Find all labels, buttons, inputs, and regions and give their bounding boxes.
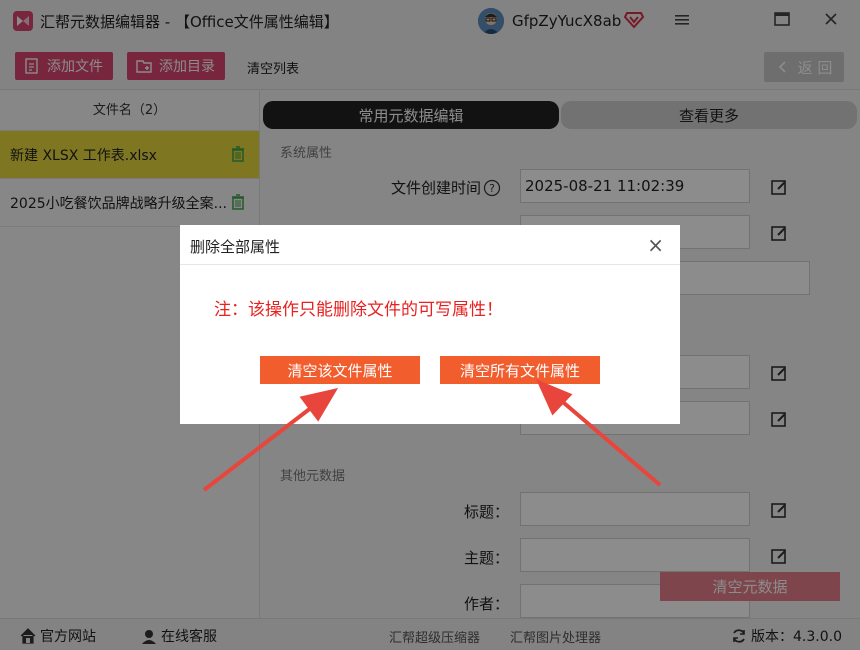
clear-this-file-button[interactable]: 清空该文件属性 <box>260 356 420 384</box>
clear-all-files-button[interactable]: 清空所有文件属性 <box>440 356 600 384</box>
delete-all-properties-dialog: 删除全部属性 × 注：该操作只能删除文件的可写属性！ 清空该文件属性 清空所有文… <box>180 225 680 424</box>
dialog-title: 删除全部属性 <box>190 238 281 256</box>
close-icon[interactable]: × <box>647 233 664 257</box>
dialog-warning-note: 注：该操作只能删除文件的可写属性！ <box>214 300 503 320</box>
dialog-header: 删除全部属性 × <box>180 225 680 265</box>
